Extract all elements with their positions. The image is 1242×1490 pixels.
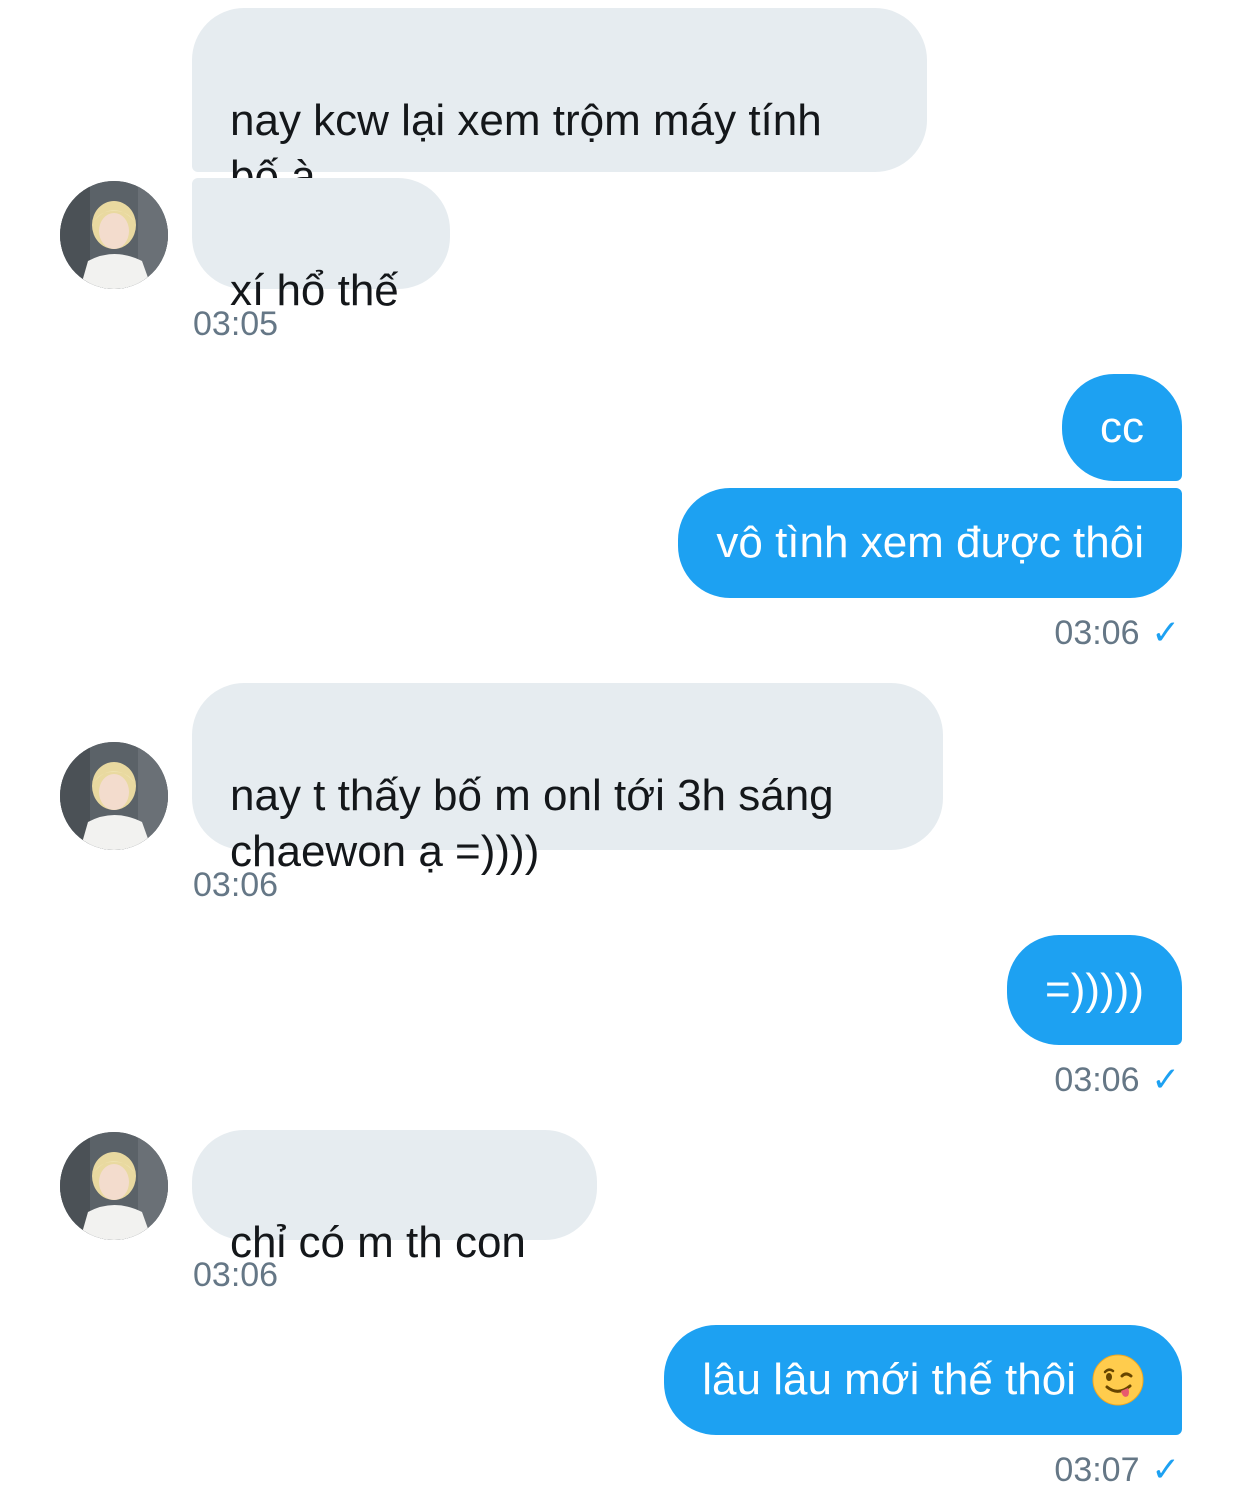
message-timestamp: 03:06 ✓ (1054, 1060, 1180, 1100)
checkmark-icon: ✓ (1151, 614, 1181, 652)
message-timestamp: 03:05 (193, 305, 279, 343)
incoming-message-bubble[interactable]: nay t thấy bố m onl tới 3h sáng chaewon … (192, 683, 943, 876)
winking-face-with-tongue-icon (1092, 1354, 1144, 1406)
outgoing-message-bubble[interactable]: =))))) (1007, 935, 1182, 1045)
outgoing-message-bubble[interactable]: cc (1062, 374, 1182, 481)
contact-avatar[interactable] (60, 181, 168, 289)
message-timestamp: 03:06 (193, 866, 279, 904)
message-timestamp: 03:06 (193, 1256, 279, 1294)
message-text: nay t thấy bố m onl tới 3h sáng chaewon … (230, 771, 834, 876)
incoming-message-bubble[interactable]: chỉ có m th con (192, 1130, 597, 1267)
message-text: =))))) (1045, 965, 1144, 1014)
checkmark-icon: ✓ (1151, 1061, 1181, 1099)
outgoing-message-bubble[interactable]: lâu lâu mới thế thôi (664, 1325, 1182, 1435)
avatar-photo (60, 181, 168, 289)
message-text: cc (1100, 402, 1144, 452)
message-text: lâu lâu mới thế thôi (702, 1355, 1076, 1404)
contact-avatar[interactable] (60, 742, 168, 850)
incoming-message-bubble[interactable]: xí hổ thế (192, 178, 450, 315)
timestamp-text: 03:07 (1054, 1451, 1140, 1489)
checkmark-icon: ✓ (1151, 1451, 1181, 1489)
timestamp-text: 03:06 (1054, 614, 1140, 652)
message-timestamp: 03:06 ✓ (1054, 613, 1180, 653)
outgoing-message-bubble[interactable]: vô tình xem được thôi (678, 488, 1182, 598)
timestamp-text: 03:06 (1054, 1061, 1140, 1099)
message-timestamp: 03:07 ✓ (1054, 1450, 1180, 1490)
contact-avatar[interactable] (60, 1132, 168, 1240)
avatar-photo (60, 742, 168, 850)
message-text: vô tình xem được thôi (716, 518, 1144, 567)
incoming-message-bubble[interactable]: nay kcw lại xem trộm máy tính bố à (192, 8, 927, 201)
avatar-photo (60, 1132, 168, 1240)
